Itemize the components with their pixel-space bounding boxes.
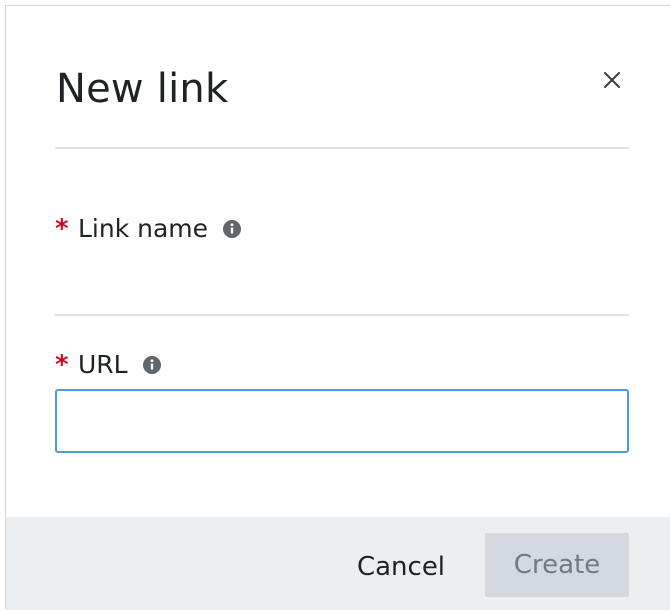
url-label: * URL — [55, 350, 162, 380]
url-label-text: URL — [78, 350, 128, 379]
info-icon[interactable] — [142, 355, 162, 375]
dialog-title: New link — [56, 66, 229, 112]
required-marker: * — [55, 350, 69, 380]
link-name-label: * Link name — [55, 214, 242, 244]
dialog-footer: Cancel Create — [6, 517, 670, 610]
create-button[interactable]: Create — [485, 533, 629, 597]
header-divider — [55, 147, 629, 149]
required-marker: * — [55, 214, 69, 244]
close-button[interactable] — [596, 64, 628, 96]
link-name-input-underline[interactable] — [55, 314, 629, 316]
cancel-button[interactable]: Cancel — [339, 543, 463, 591]
url-input[interactable] — [55, 389, 629, 453]
close-icon — [604, 72, 620, 88]
link-name-label-text: Link name — [78, 214, 209, 243]
new-link-dialog: New link * Link name * URL Cancel Create — [5, 5, 670, 610]
info-icon[interactable] — [222, 219, 242, 239]
